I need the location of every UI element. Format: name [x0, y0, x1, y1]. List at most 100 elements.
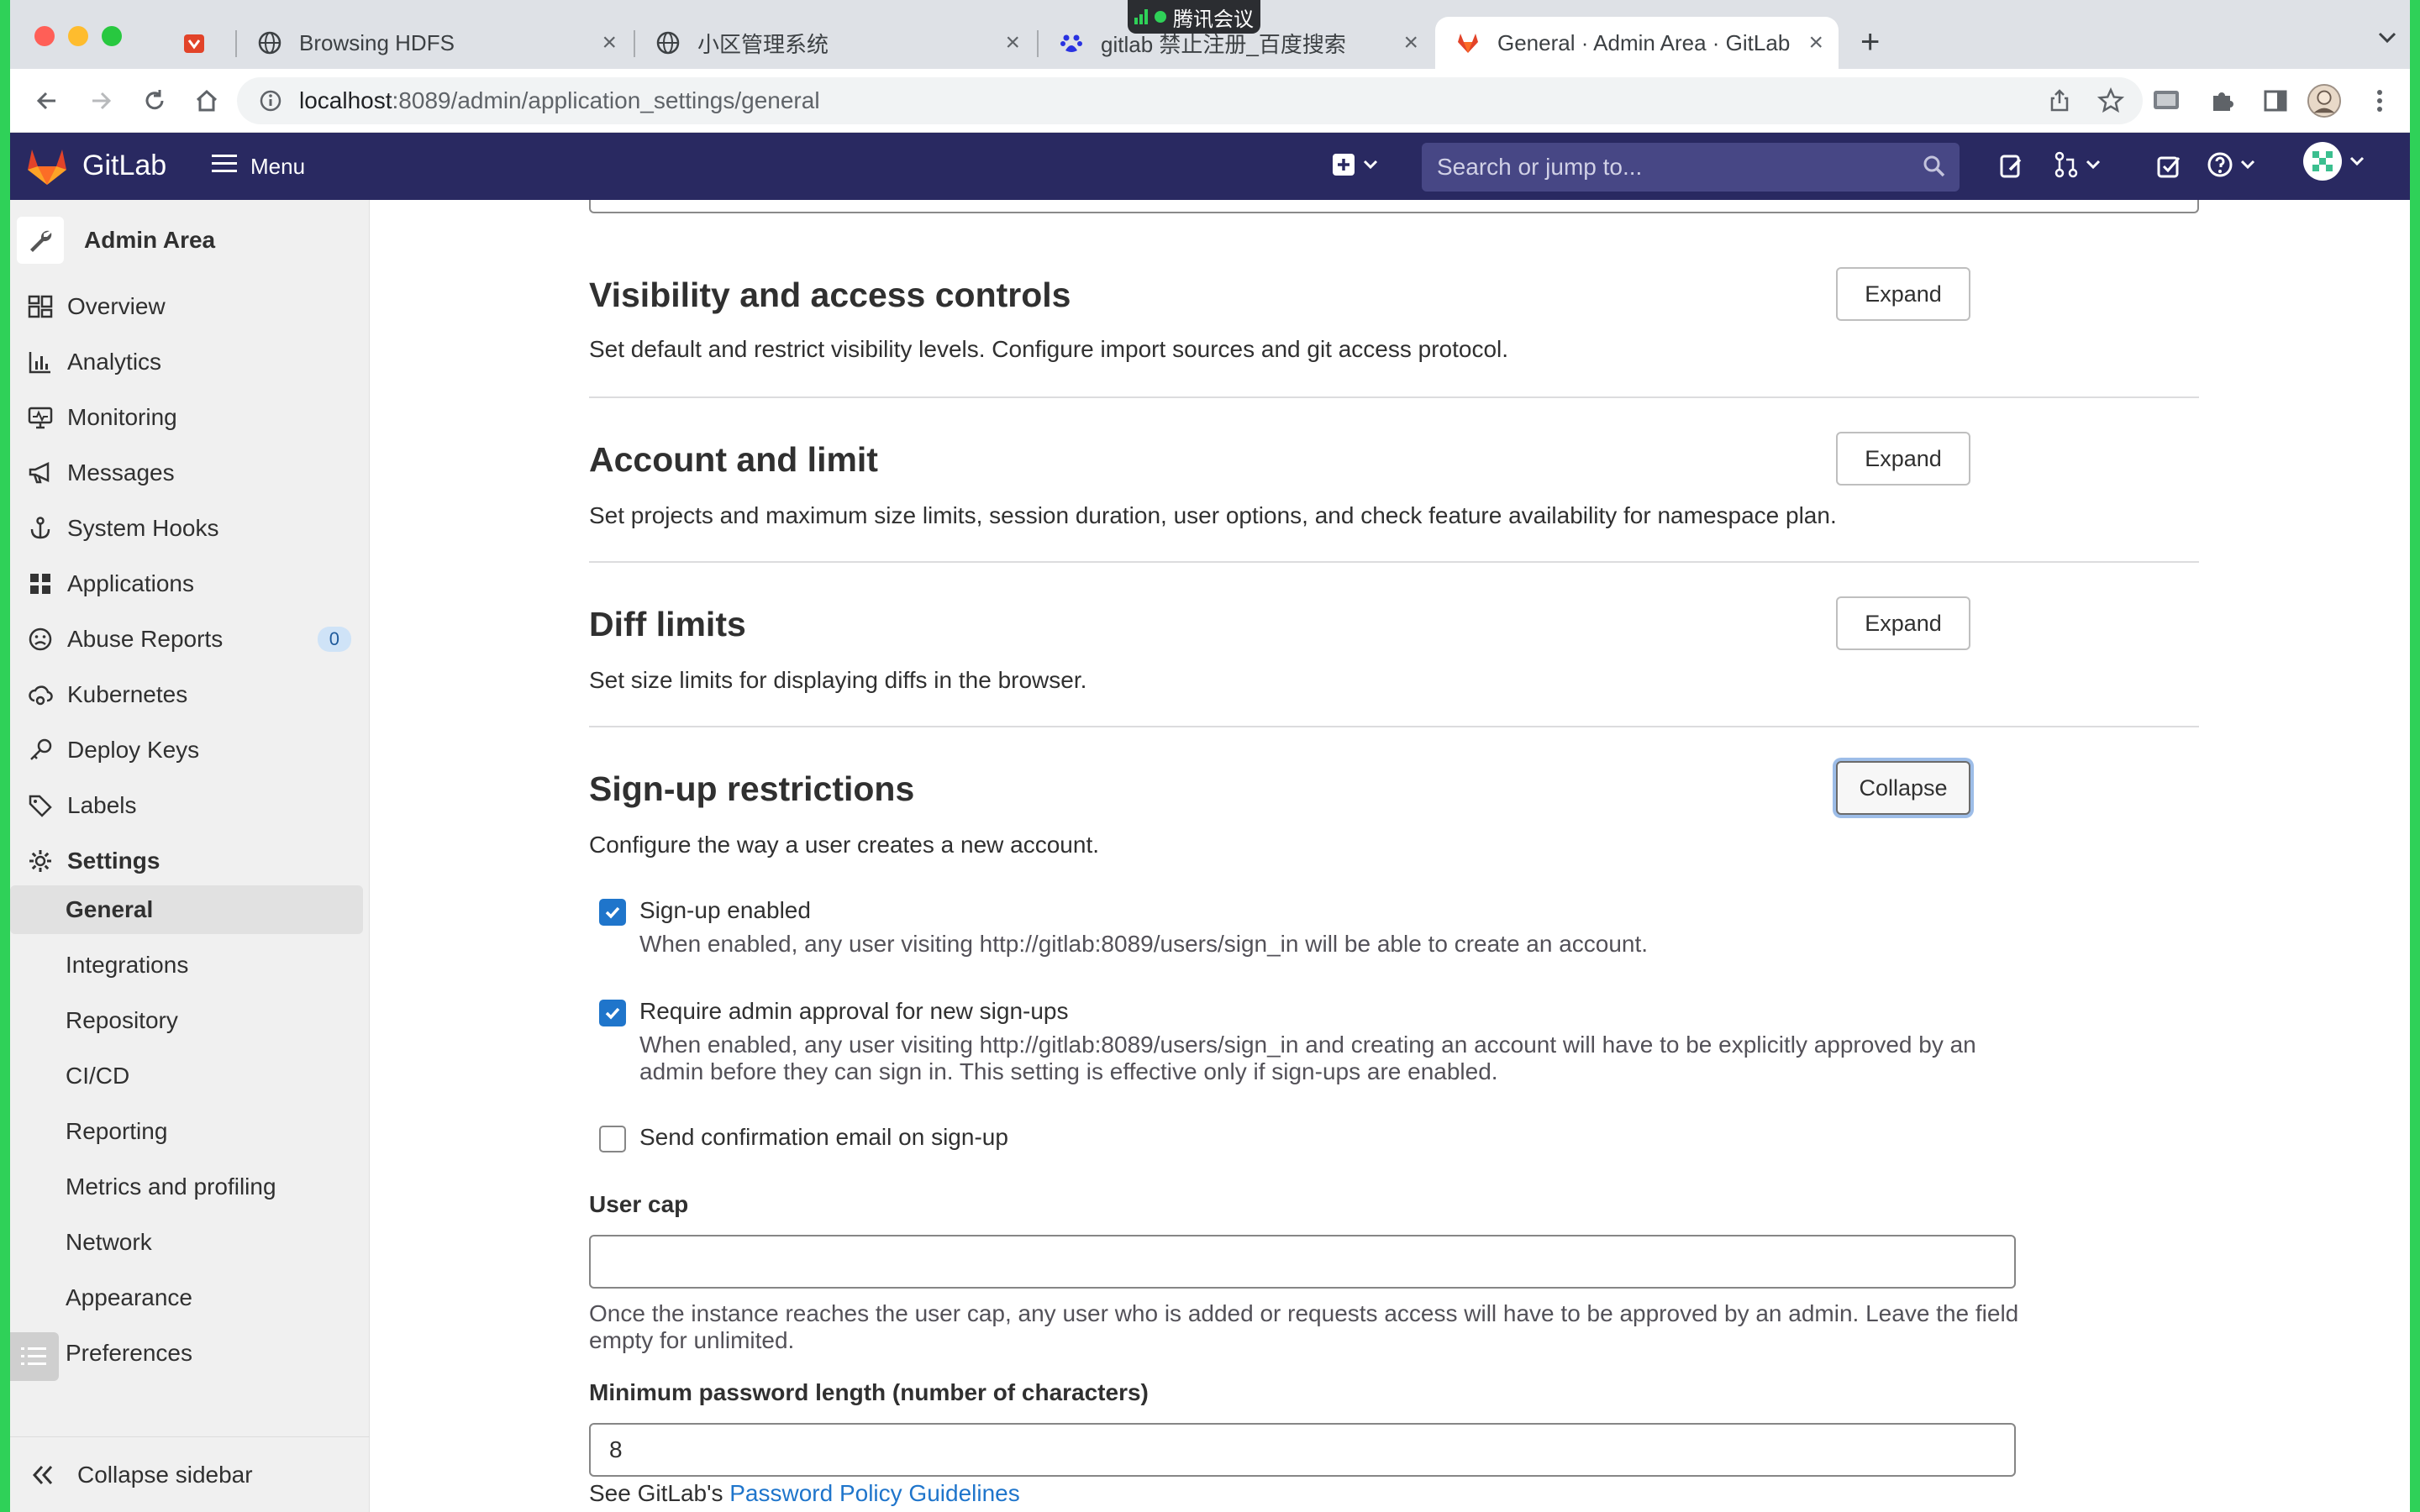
checkmark-icon [605, 1007, 620, 1020]
gitlab-top-bar: GitLab Menu Search or jump to... [10, 133, 2410, 200]
expand-diff-limits-button[interactable]: Expand [1836, 596, 1970, 650]
admin-approval-help: When enabled, any user visiting http://g… [639, 1032, 1976, 1084]
new-item-dropdown[interactable] [1331, 150, 1378, 183]
sidebar-subitem-appearance[interactable]: Appearance [10, 1273, 370, 1322]
tab-pinned[interactable] [170, 17, 230, 69]
side-panel-icon[interactable] [2259, 84, 2292, 118]
password-policy-link[interactable]: Password Policy Guidelines [729, 1480, 1020, 1506]
gitlab-logo-icon[interactable] [25, 146, 69, 191]
user-avatar-dropdown[interactable] [2302, 141, 2365, 181]
section-divider [589, 396, 2199, 398]
double-chevron-left-icon [30, 1463, 55, 1487]
meeting-indicator: 腾讯会议 [1128, 0, 1260, 34]
share-icon[interactable] [2047, 88, 2072, 119]
sidebar-subitem-network[interactable]: Network [10, 1218, 370, 1267]
chevron-down-icon [2240, 159, 2255, 175]
back-button[interactable] [30, 84, 64, 118]
minimize-window-button[interactable] [68, 26, 88, 46]
collapse-sidebar-button[interactable]: Collapse sidebar [10, 1436, 370, 1512]
zoom-window-button[interactable] [102, 26, 122, 46]
chevron-down-icon [2086, 159, 2101, 175]
admin-sidebar: Admin Area Overview Analytics Monitoring… [10, 200, 370, 1512]
extension-monitor-icon[interactable] [2149, 84, 2183, 118]
close-tab-icon[interactable]: × [1005, 29, 1020, 57]
url-host: localhost [299, 87, 392, 113]
close-tab-icon[interactable]: × [1808, 29, 1823, 57]
sidebar-subitem-repository[interactable]: Repository [10, 996, 370, 1045]
extensions-puzzle-icon[interactable] [2205, 84, 2238, 118]
sidebar-subitem-reporting[interactable]: Reporting [10, 1107, 370, 1156]
avatar [2302, 141, 2343, 186]
tab-gitlab-general[interactable]: General · Admin Area · GitLab × [1435, 17, 1839, 69]
sidebar-item-applications[interactable]: Applications [10, 559, 370, 608]
sidebar-header[interactable]: Admin Area [17, 215, 215, 265]
home-button[interactable] [190, 84, 224, 118]
address-bar[interactable]: localhost:8089/admin/application_setting… [237, 77, 2143, 124]
list-icon[interactable] [10, 1332, 59, 1381]
hamburger-icon [212, 153, 237, 181]
collapse-signup-button[interactable]: Collapse [1836, 761, 1970, 815]
profile-avatar[interactable] [2307, 84, 2341, 118]
reload-button[interactable] [138, 84, 171, 118]
search-input[interactable]: Search or jump to... [1422, 143, 1960, 192]
globe-icon [257, 30, 282, 55]
issues-icon[interactable] [1998, 150, 2025, 183]
monitor-icon [25, 402, 55, 433]
expand-account-limit-button[interactable]: Expand [1836, 432, 1970, 486]
sidebar-subitem-ci-cd[interactable]: CI/CD [10, 1052, 370, 1100]
checkmark-icon [605, 906, 620, 919]
new-tab-button[interactable]: + [1860, 24, 1880, 60]
sidebar-item-analytics[interactable]: Analytics [10, 338, 370, 386]
confirm-email-label[interactable]: Send confirmation email on sign-up [639, 1124, 1008, 1151]
signup-enabled-checkbox[interactable] [599, 899, 626, 926]
signup-enabled-label[interactable]: Sign-up enabled [639, 897, 811, 924]
gitlab-tanuki-icon [1455, 30, 1481, 55]
forward-button[interactable] [84, 84, 118, 118]
gitlab-brand[interactable]: GitLab [82, 150, 166, 182]
todos-icon[interactable] [2156, 150, 2181, 183]
tab-browsing-hdfs[interactable]: Browsing HDFS × [237, 17, 632, 69]
sidebar-item-system-hooks[interactable]: System Hooks [10, 504, 370, 553]
password-policy-help: See GitLab's Password Policy Guidelines [589, 1480, 1020, 1506]
section-divider [589, 561, 2199, 563]
sidebar-subitem-metrics[interactable]: Metrics and profiling [10, 1163, 370, 1211]
sidebar-subitem-integrations[interactable]: Integrations [10, 941, 370, 990]
confirm-email-checkbox[interactable] [599, 1126, 626, 1152]
merge-requests-dropdown[interactable] [2054, 150, 2101, 183]
user-cap-help: Once the instance reaches the user cap, … [589, 1300, 2019, 1353]
tab-strip: Browsing HDFS × 小区管理系统 × gitlab 禁止注册_百度搜… [10, 0, 2410, 69]
url-path: :8089/admin/application_settings/general [392, 87, 820, 113]
expand-visibility-button[interactable]: Expand [1836, 267, 1970, 321]
admin-approval-label[interactable]: Require admin approval for new sign-ups [639, 998, 1069, 1025]
browser-menu-icon[interactable] [2363, 84, 2396, 118]
sidebar-item-monitoring[interactable]: Monitoring [10, 393, 370, 442]
sidebar-item-abuse-reports[interactable]: Abuse Reports 0 [10, 615, 370, 664]
bookmark-star-icon[interactable] [2096, 87, 2125, 120]
section-description: Configure the way a user creates a new a… [589, 832, 1100, 858]
admin-approval-checkbox[interactable] [599, 1000, 626, 1026]
section-description: Set projects and maximum size limits, se… [589, 502, 1837, 528]
min-password-label: Minimum password length (number of chara… [589, 1379, 1149, 1405]
sidebar-item-overview[interactable]: Overview [10, 282, 370, 331]
sidebar-item-kubernetes[interactable]: Kubernetes [10, 670, 370, 719]
tab-community-system[interactable]: 小区管理系统 × [635, 17, 1035, 69]
close-tab-icon[interactable]: × [602, 29, 617, 57]
close-window-button[interactable] [34, 26, 55, 46]
search-icon [1923, 155, 1946, 184]
help-dropdown[interactable] [2207, 150, 2255, 183]
sidebar-item-settings[interactable]: Settings [10, 837, 370, 885]
user-cap-input[interactable] [589, 1235, 2016, 1289]
sidebar-item-labels[interactable]: Labels [10, 781, 370, 830]
section-description: Set default and restrict visibility leve… [589, 336, 1509, 362]
section-title: Account and limit [589, 440, 878, 479]
info-icon[interactable] [259, 89, 282, 113]
sidebar-item-deploy-keys[interactable]: Deploy Keys [10, 726, 370, 774]
sidebar-item-messages[interactable]: Messages [10, 449, 370, 497]
menu-button[interactable]: Menu [212, 148, 305, 185]
min-password-input[interactable]: 8 [589, 1423, 2016, 1477]
sidebar-subitem-preferences[interactable]: Preferences [10, 1329, 370, 1378]
tab-search-chevron-icon[interactable] [2376, 29, 2398, 50]
sidebar-subitem-general[interactable]: General [10, 885, 363, 934]
section-divider [589, 726, 2199, 727]
close-tab-icon[interactable]: × [1403, 29, 1418, 57]
